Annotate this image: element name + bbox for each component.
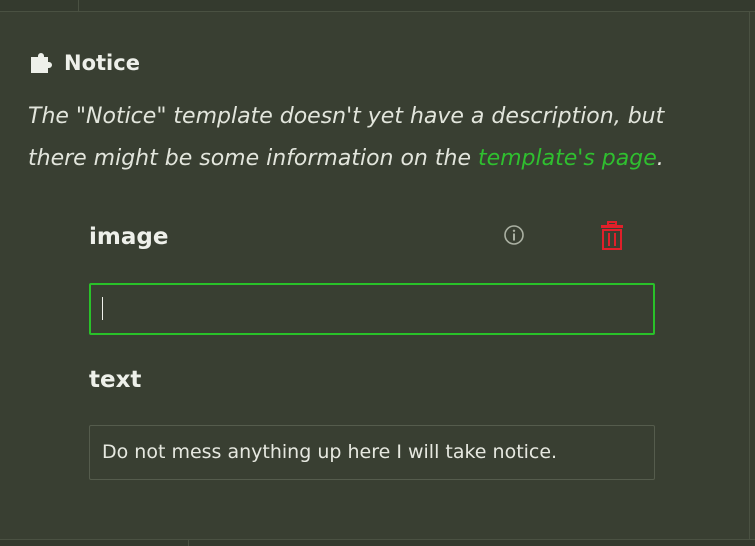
description-suffix: . — [656, 146, 664, 171]
divider-tick — [188, 540, 189, 546]
image-input[interactable] — [89, 283, 655, 335]
param-label-text: text — [89, 367, 142, 393]
scrollbar-edge — [749, 11, 750, 539]
bottom-divider — [0, 539, 755, 546]
template-page-link[interactable]: template's page — [478, 146, 657, 171]
template-description: The "Notice" template doesn't yet have a… — [28, 96, 718, 180]
top-divider — [0, 0, 755, 12]
trash-icon[interactable] — [599, 221, 625, 251]
template-header: Notice — [30, 50, 140, 76]
text-input[interactable]: Do not mess anything up here I will take… — [89, 425, 655, 480]
puzzle-piece-icon — [31, 53, 52, 73]
template-title: Notice — [64, 51, 140, 75]
param-label-image: image — [89, 224, 169, 250]
info-icon[interactable] — [503, 224, 525, 246]
divider-tick — [78, 0, 79, 11]
template-dialog: Notice The "Notice" template doesn't yet… — [0, 0, 755, 546]
text-caret — [102, 297, 103, 320]
